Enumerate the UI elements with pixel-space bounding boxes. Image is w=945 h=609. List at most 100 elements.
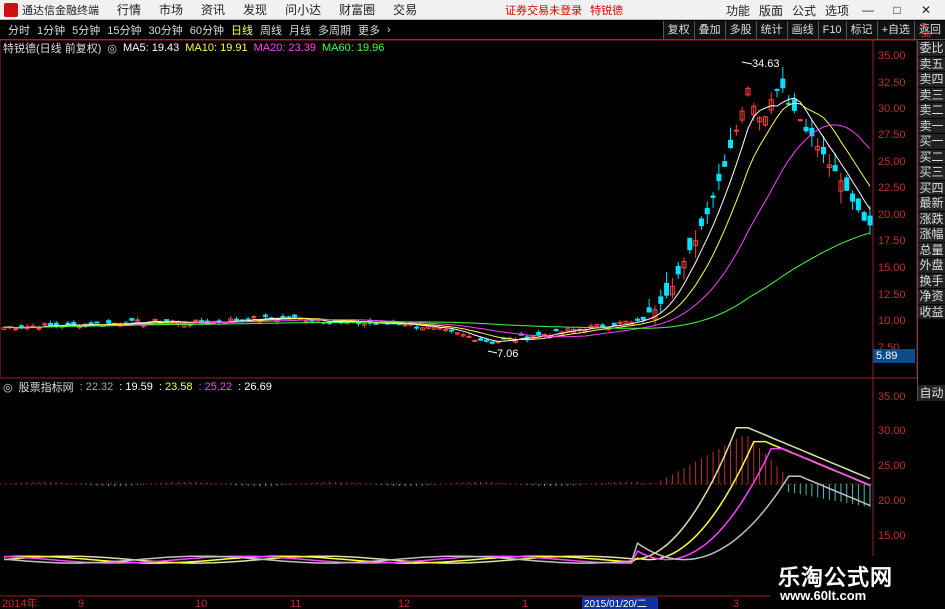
- candle-body: [675, 265, 681, 275]
- sidebar-item-sell5[interactable]: 卖五: [918, 56, 945, 72]
- axis-tick-label: 12.50: [878, 289, 906, 301]
- main-price-axis: 35.00 32.50 30.00 27.50 25.00 22.50 20.0…: [878, 50, 906, 354]
- candle-body: [588, 325, 594, 328]
- candle-body: [867, 215, 873, 226]
- sidebar-item-sell3[interactable]: 卖三: [918, 87, 945, 103]
- candle-body: [303, 320, 309, 323]
- candle-body: [844, 177, 850, 191]
- candle-body: [251, 316, 257, 319]
- sub-legend-v2: : 19.59: [119, 381, 153, 393]
- sidebar-item-weibi[interactable]: 委比: [918, 41, 945, 57]
- candle-body: [263, 314, 269, 317]
- candle-body: [658, 296, 664, 304]
- sub-legend-settings-icon[interactable]: ◎: [3, 381, 13, 394]
- candle-body: [454, 332, 460, 335]
- sidebar-item-netasset[interactable]: 净资: [918, 289, 945, 305]
- axis-tick-label: 35.00: [878, 391, 906, 403]
- axis-tick-label: 27.50: [878, 129, 906, 141]
- time-label: 2014年: [2, 596, 37, 609]
- axis-tick-label: 22.50: [878, 182, 906, 194]
- sidebar-item-buy4[interactable]: 买四: [918, 180, 945, 196]
- time-label: 1: [522, 598, 528, 609]
- candle-body: [553, 328, 559, 331]
- candle-body: [106, 320, 112, 324]
- axis-tick-label: 15.00: [878, 530, 906, 542]
- candle-body: [722, 161, 728, 167]
- moving-average-lines: [3, 97, 871, 342]
- candle-body: [187, 324, 193, 327]
- candle-body: [600, 324, 606, 328]
- ma10-line: [3, 102, 871, 341]
- sidebar-item-sell2[interactable]: 卖二: [918, 103, 945, 119]
- indicator-line-2: [3, 440, 871, 564]
- candle-body: [414, 326, 420, 329]
- sidebar-item-sell4[interactable]: 卖四: [918, 72, 945, 88]
- candle-body: [94, 321, 100, 324]
- kline-chart[interactable]: 35.00 32.50 30.00 27.50 25.00 22.50 20.0…: [0, 0, 945, 609]
- indicator-lines: [3, 427, 871, 564]
- candle-body: [489, 341, 495, 344]
- axis-tick-label: 20.00: [878, 209, 906, 221]
- candle-body: [733, 129, 739, 132]
- candle-body: [71, 322, 77, 325]
- candle-body: [373, 322, 379, 325]
- candle-body: [135, 319, 141, 322]
- axis-tick-label: 20.00: [878, 495, 906, 507]
- indicator-line-1: [3, 427, 871, 564]
- sidebar-item-latest[interactable]: 最新: [918, 196, 945, 212]
- crosshair-date: 2015/01/20/二: [584, 599, 647, 609]
- time-label: 11: [290, 598, 301, 609]
- legend-ma5: MA5: 19.43: [123, 42, 180, 54]
- candle-body: [280, 315, 286, 319]
- candle-body: [42, 323, 48, 326]
- sub-legend-title: 股票指标网: [18, 382, 74, 394]
- candle-body: [698, 218, 704, 227]
- sidebar-item-turnover[interactable]: 换手: [918, 273, 945, 289]
- time-label: 3: [733, 598, 739, 609]
- axis-tick-label: 10.00: [878, 315, 906, 327]
- low-pointer: [487, 350, 498, 354]
- legend-settings-icon[interactable]: ◎: [107, 42, 117, 55]
- sidebar-item-volume[interactable]: 总量: [918, 242, 945, 258]
- sidebar-item-buy1[interactable]: 买一: [918, 134, 945, 150]
- sidebar-item-eps[interactable]: 收益: [918, 304, 945, 320]
- sub-legend-v4: : 25.22: [198, 381, 233, 393]
- legend-title: 特锐德(日线 前复权): [3, 43, 102, 55]
- candle-body: [309, 319, 315, 322]
- candle-body: [710, 195, 716, 198]
- candle-body: [466, 335, 472, 338]
- candle-body: [774, 88, 780, 91]
- sub-price-axis: 35.00 30.00 25.00 20.00 15.00: [878, 391, 906, 542]
- candle-body: [472, 340, 478, 343]
- candle-body: [483, 339, 489, 342]
- candle-body: [129, 318, 135, 321]
- candle-body: [542, 334, 548, 337]
- axis-tick-label: 30.00: [878, 425, 906, 437]
- auto-button[interactable]: 自动: [918, 385, 945, 401]
- candle-body: [832, 165, 838, 172]
- candle-body: [449, 329, 455, 332]
- candle-body: [704, 208, 710, 215]
- candle-body: [850, 193, 856, 202]
- candle-body: [356, 322, 362, 325]
- sidebar-item-buy2[interactable]: 买二: [918, 149, 945, 165]
- sidebar-item-sell1[interactable]: 卖一: [918, 118, 945, 134]
- sidebar-item-outer[interactable]: 外盘: [918, 258, 945, 274]
- candle-body: [861, 212, 867, 221]
- sub-legend-v1: : 22.32: [79, 381, 114, 393]
- sidebar-item-buy3[interactable]: 买三: [918, 165, 945, 181]
- candle-body: [437, 327, 443, 330]
- sidebar-item-change[interactable]: 涨跌: [918, 211, 945, 227]
- sub-legend-v5: : 26.69: [238, 381, 272, 393]
- sidebar-item-pct[interactable]: 涨幅: [918, 227, 945, 243]
- axis-tick-label: 15.00: [878, 262, 906, 274]
- time-axis: 2014年 9 10 11 12 1 2015/01/20/二 3: [2, 596, 739, 609]
- axis-tick-label: 25.00: [878, 156, 906, 168]
- ma5-line: [3, 97, 871, 342]
- candle-body: [233, 318, 239, 322]
- time-label: 10: [195, 598, 207, 609]
- candle-body: [13, 328, 19, 331]
- candle-body: [47, 323, 53, 326]
- watermark: 乐淘公式网 www.60lt.com: [770, 556, 945, 609]
- candle-body: [164, 319, 170, 323]
